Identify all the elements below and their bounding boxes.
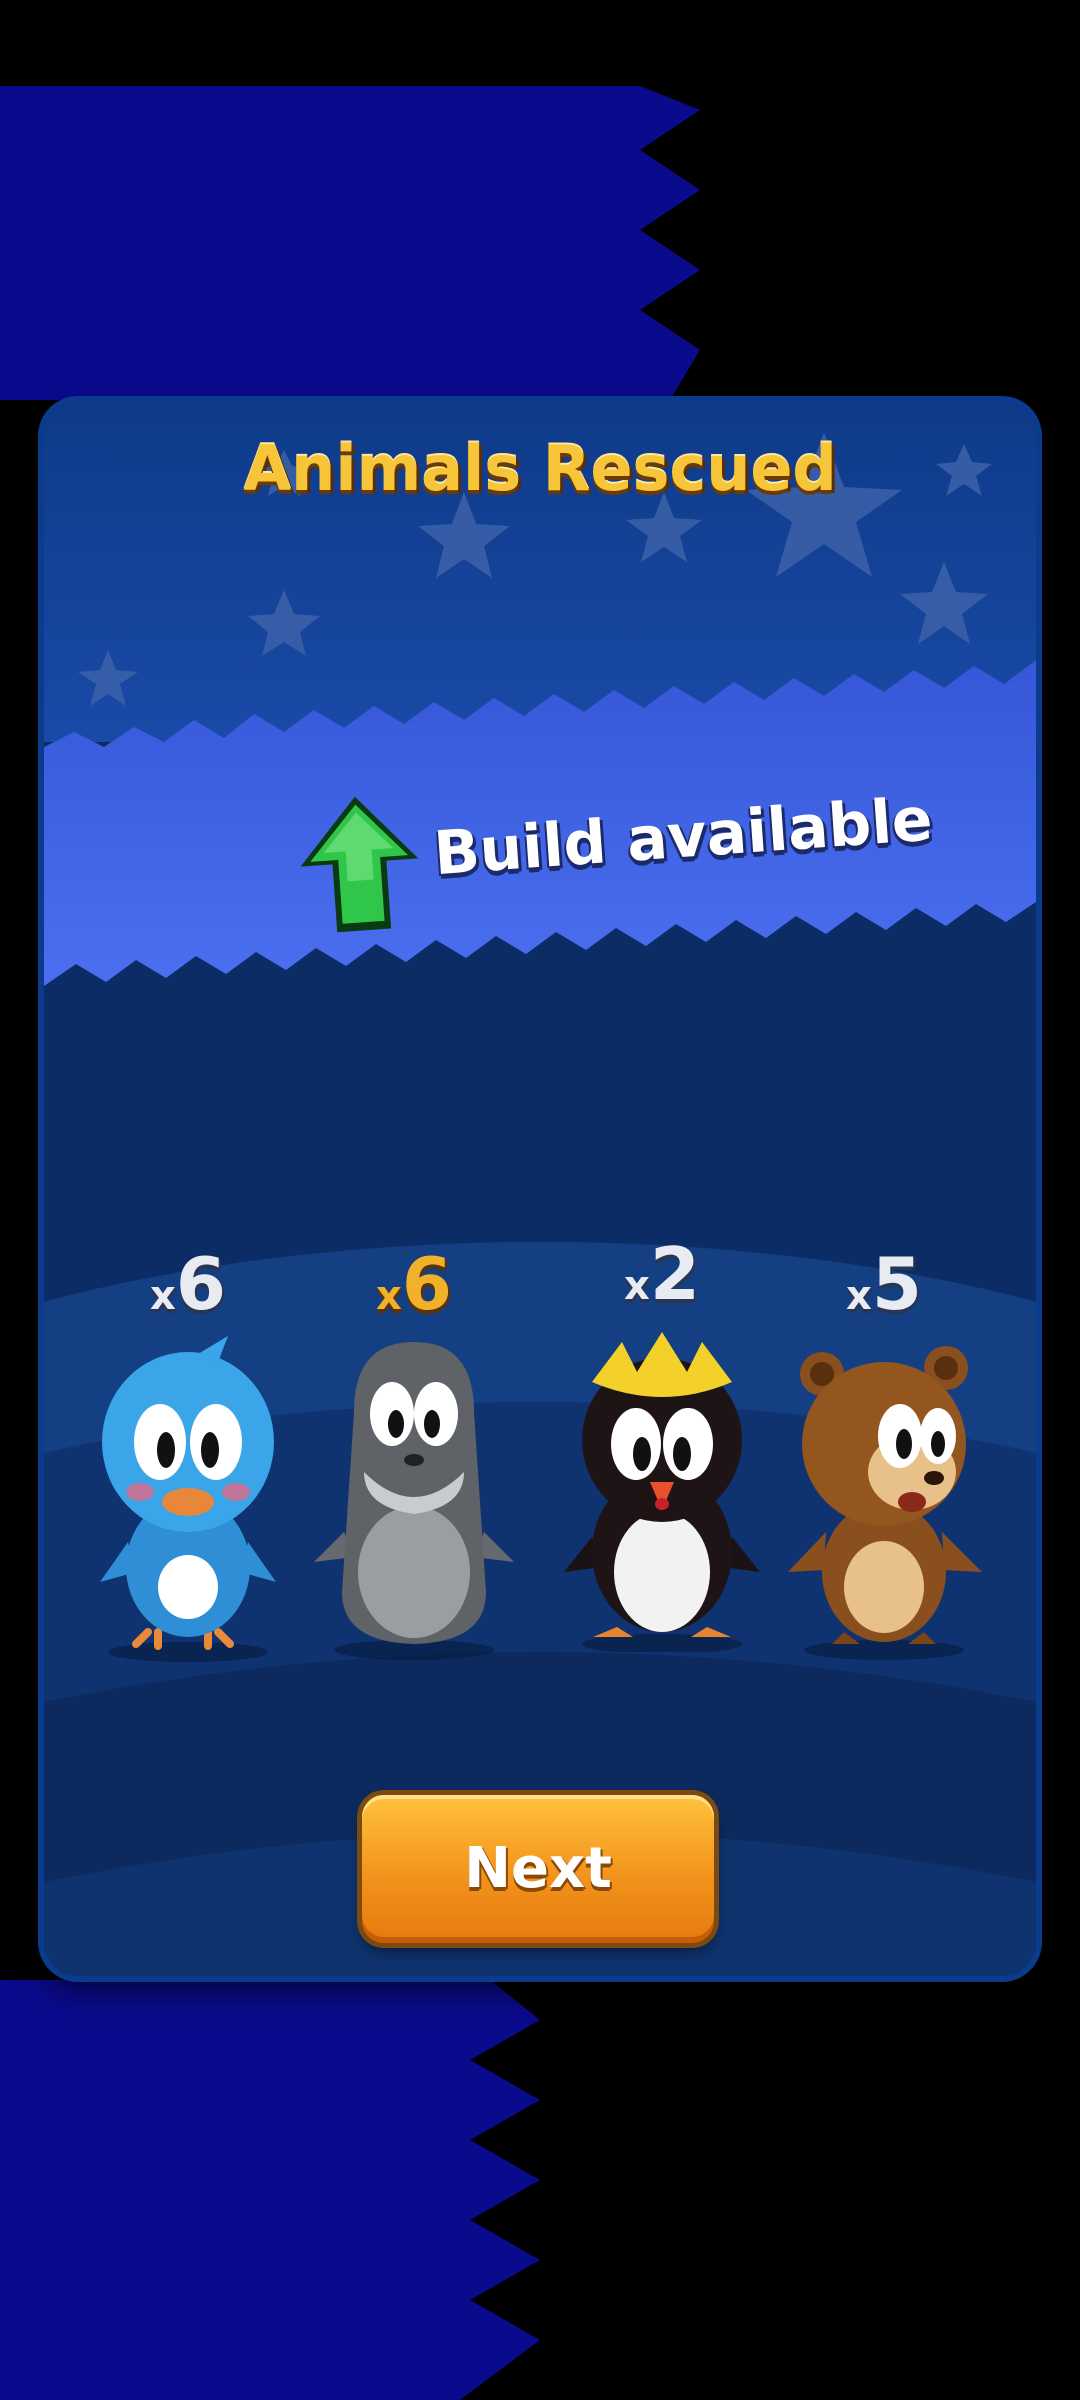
rescued-animal-bear: x5 [784, 1242, 984, 1662]
dialog-background [44, 402, 1036, 1976]
animals-rescued-dialog: Animals Rescued Build available x6 x6 x2… [44, 402, 1036, 1976]
animal-count: x6 [376, 1242, 452, 1326]
bear-icon [788, 1346, 982, 1660]
seal-icon [314, 1342, 514, 1660]
build-available-label: Build available [431, 784, 935, 890]
up-arrow-icon [300, 796, 419, 933]
game-screen: Animals Rescued Build available x6 x6 x2… [0, 0, 1080, 2400]
rescued-animal-penguin: x2 [562, 1232, 762, 1652]
animal-count: x6 [150, 1242, 226, 1326]
rescued-animal-seal: x6 [314, 1242, 514, 1662]
animal-count: x2 [624, 1232, 700, 1316]
dialog-title: Animals Rescued [243, 432, 837, 505]
bird-icon [100, 1336, 276, 1662]
animal-count: x5 [846, 1242, 922, 1326]
penguin-icon [564, 1332, 760, 1652]
next-button[interactable]: Next [362, 1795, 714, 1943]
rescued-animal-bird: x6 [88, 1242, 288, 1662]
